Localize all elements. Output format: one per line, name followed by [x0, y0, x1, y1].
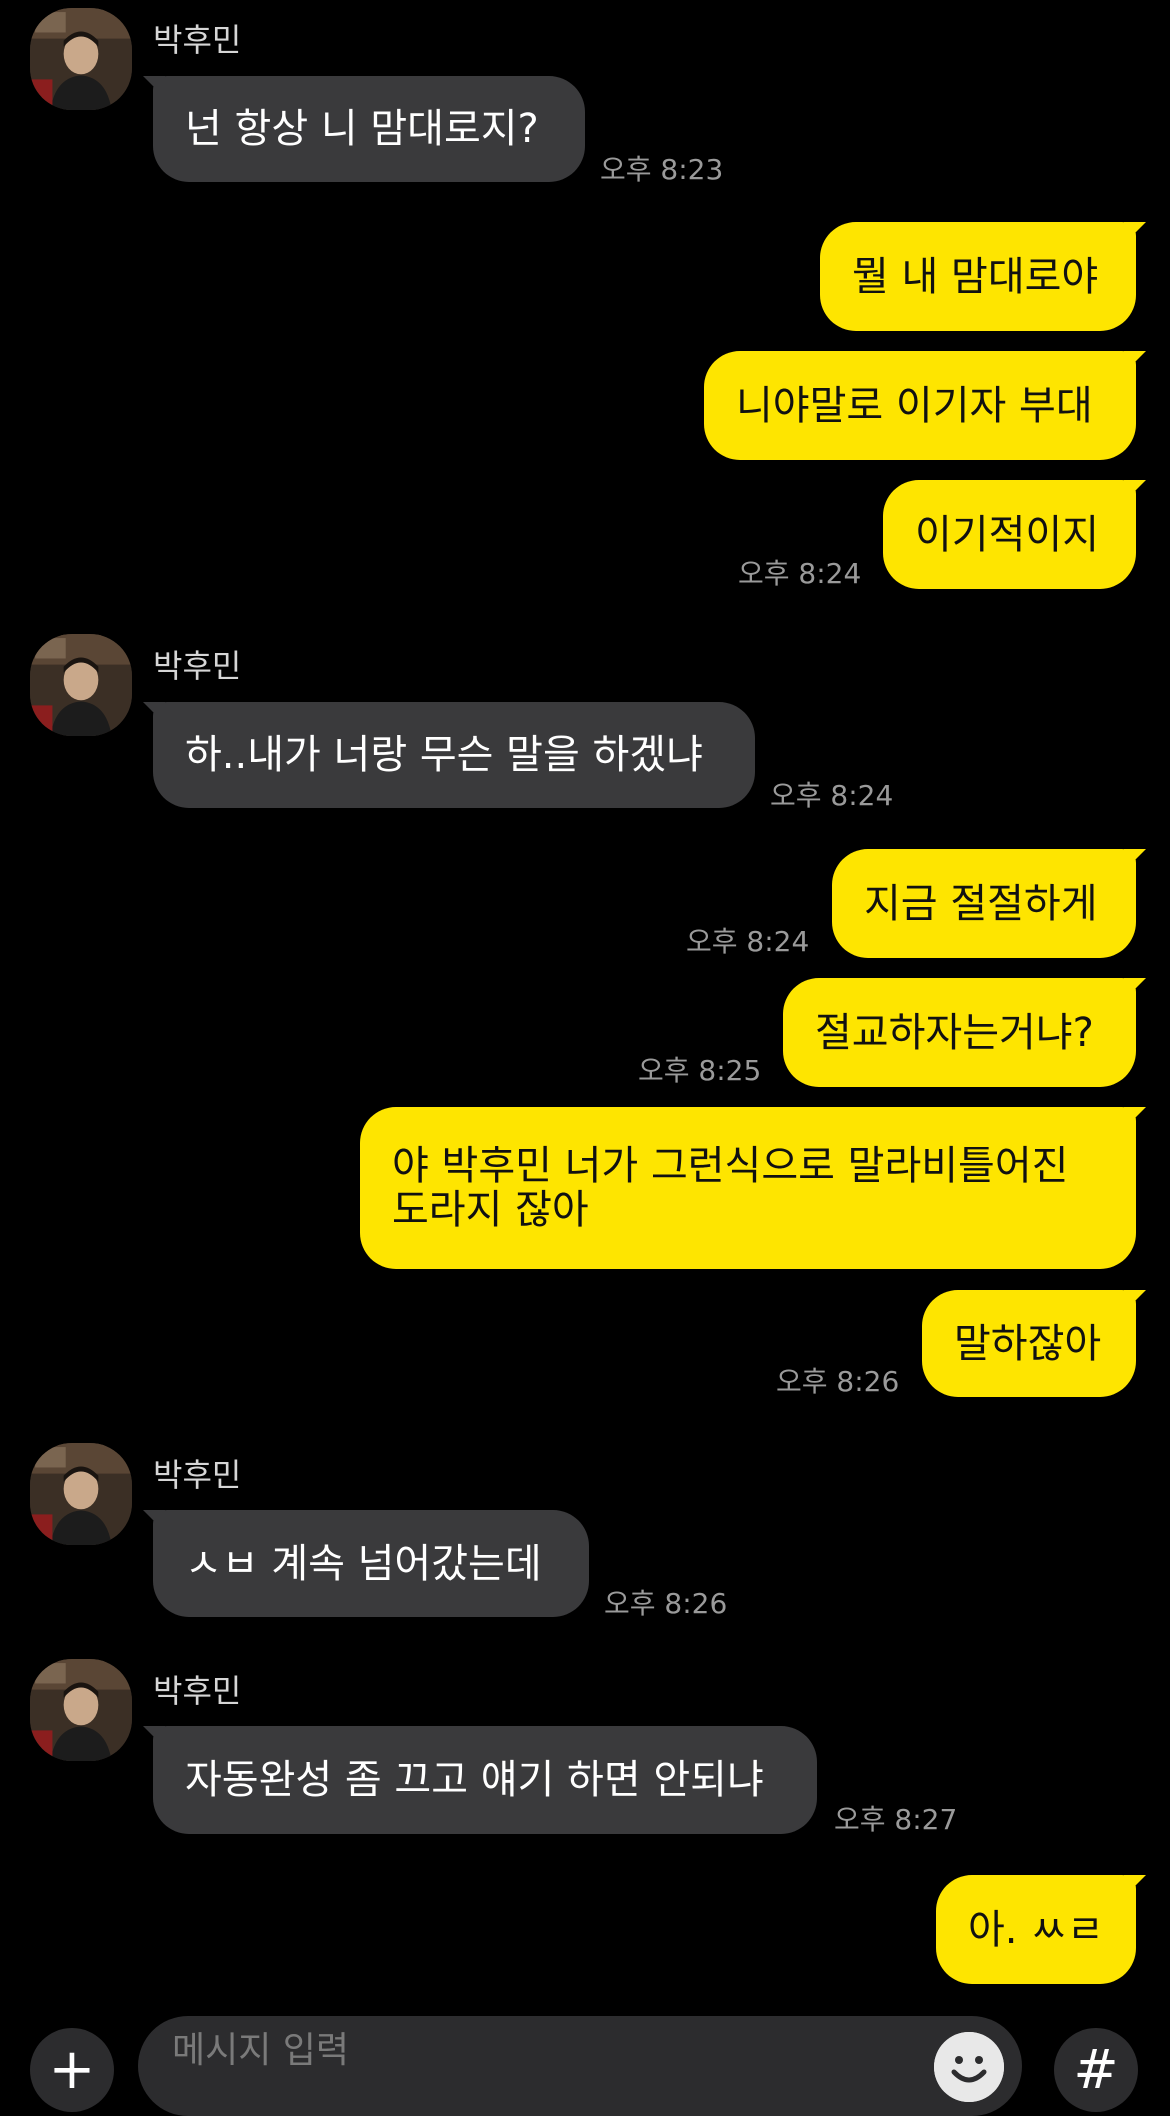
message-bubble-outgoing[interactable]: 아. ㅆㄹ [936, 1875, 1146, 1984]
profile-photo [30, 1443, 132, 1545]
bubble-tail [1124, 222, 1146, 244]
message-text: 하..내가 너랑 무슨 말을 하겠냐 [185, 732, 703, 778]
sender-name: 박후민 [153, 21, 242, 59]
message-bubble-outgoing[interactable]: 절교하자는거냐? [783, 978, 1146, 1087]
plus-button[interactable]: + [30, 2028, 114, 2112]
message-bubble-outgoing[interactable]: 지금 절절하게 [832, 849, 1146, 958]
message-text: 넌 항상 니 맘대로지? [185, 106, 539, 152]
message-text: 말하잖아 [954, 1320, 1102, 1367]
message-bubble-incoming[interactable]: 하..내가 너랑 무슨 말을 하겠냐 [143, 702, 755, 808]
message-text: 뭘 내 맘대로야 [852, 253, 1099, 300]
message-bubble-incoming[interactable]: 자동완성 좀 끄고 얘기 하면 안되냐 [143, 1726, 817, 1834]
bubble-tail [143, 1510, 165, 1532]
message-timestamp: 오후 8:24 [770, 779, 894, 812]
message-timestamp: 오후 8:27 [834, 1803, 958, 1836]
message-bubble-incoming[interactable]: 넌 항상 니 맘대로지? [143, 76, 585, 182]
bubble-tail [1124, 1107, 1146, 1129]
message-composer: + 메시지 입력 # [0, 2010, 1170, 2116]
message-bubble-outgoing[interactable]: 말하잖아 [922, 1290, 1146, 1397]
message-bubble-outgoing[interactable]: 뭘 내 맘대로야 [820, 222, 1146, 331]
avatar[interactable] [30, 1443, 132, 1545]
sender-name: 박후민 [153, 1456, 242, 1494]
message-timestamp: 오후 8:26 [776, 1365, 900, 1398]
emoji-button[interactable] [934, 2032, 1004, 2102]
message-bubble-outgoing[interactable]: 야 박후민 너가 그런식으로 말라비틀어진 도라지 잖아 [360, 1107, 1146, 1269]
bubble-tail [143, 76, 165, 98]
message-timestamp: 오후 8:24 [738, 557, 862, 590]
profile-photo [30, 634, 132, 736]
message-bubble-incoming[interactable]: ㅅㅂ 계속 넘어갔는데 [143, 1510, 589, 1617]
message-timestamp: 오후 8:23 [600, 153, 724, 186]
sender-name: 박후민 [153, 1672, 242, 1710]
message-timestamp: 오후 8:24 [686, 925, 810, 958]
avatar[interactable] [30, 8, 132, 110]
hashtag-icon: # [1073, 2038, 1119, 2101]
message-text: 자동완성 좀 끄고 얘기 하면 안되냐 [185, 1757, 764, 1803]
avatar[interactable] [30, 634, 132, 736]
bubble-tail [1124, 978, 1146, 1000]
message-input[interactable]: 메시지 입력 [138, 2016, 1022, 2116]
bubble-tail [1124, 849, 1146, 871]
bubble-tail [143, 1726, 165, 1748]
bubble-tail [1124, 1290, 1146, 1312]
message-text: 절교하자는거냐? [815, 1009, 1094, 1056]
bubble-tail [143, 702, 165, 724]
message-text: 아. ㅆㄹ [968, 1906, 1104, 1953]
message-text: ㅅㅂ 계속 넘어갔는데 [185, 1540, 542, 1587]
message-bubble-outgoing[interactable]: 이기적이지 [883, 480, 1146, 589]
bubble-tail [1124, 480, 1146, 502]
message-text: 지금 절절하게 [864, 880, 1098, 927]
bubble-tail [1124, 1875, 1146, 1897]
bubble-tail [1124, 351, 1146, 373]
message-text: 이기적이지 [915, 511, 1099, 558]
message-text: 야 박후민 너가 그런식으로 말라비틀어진 도라지 잖아 [392, 1143, 1069, 1233]
profile-photo [30, 1659, 132, 1761]
plus-icon: + [48, 2037, 96, 2102]
message-text: 니야말로 이기자 부대 [736, 382, 1093, 429]
message-bubble-outgoing[interactable]: 니야말로 이기자 부대 [704, 351, 1146, 460]
message-input-placeholder: 메시지 입력 [172, 2030, 350, 2071]
profile-photo [30, 8, 132, 110]
emoji-icon [934, 2032, 1004, 2102]
message-timestamp: 오후 8:25 [638, 1054, 762, 1087]
hashtag-button[interactable]: # [1054, 2028, 1138, 2112]
avatar[interactable] [30, 1659, 132, 1761]
sender-name: 박후민 [153, 647, 242, 685]
message-timestamp: 오후 8:26 [604, 1587, 728, 1620]
